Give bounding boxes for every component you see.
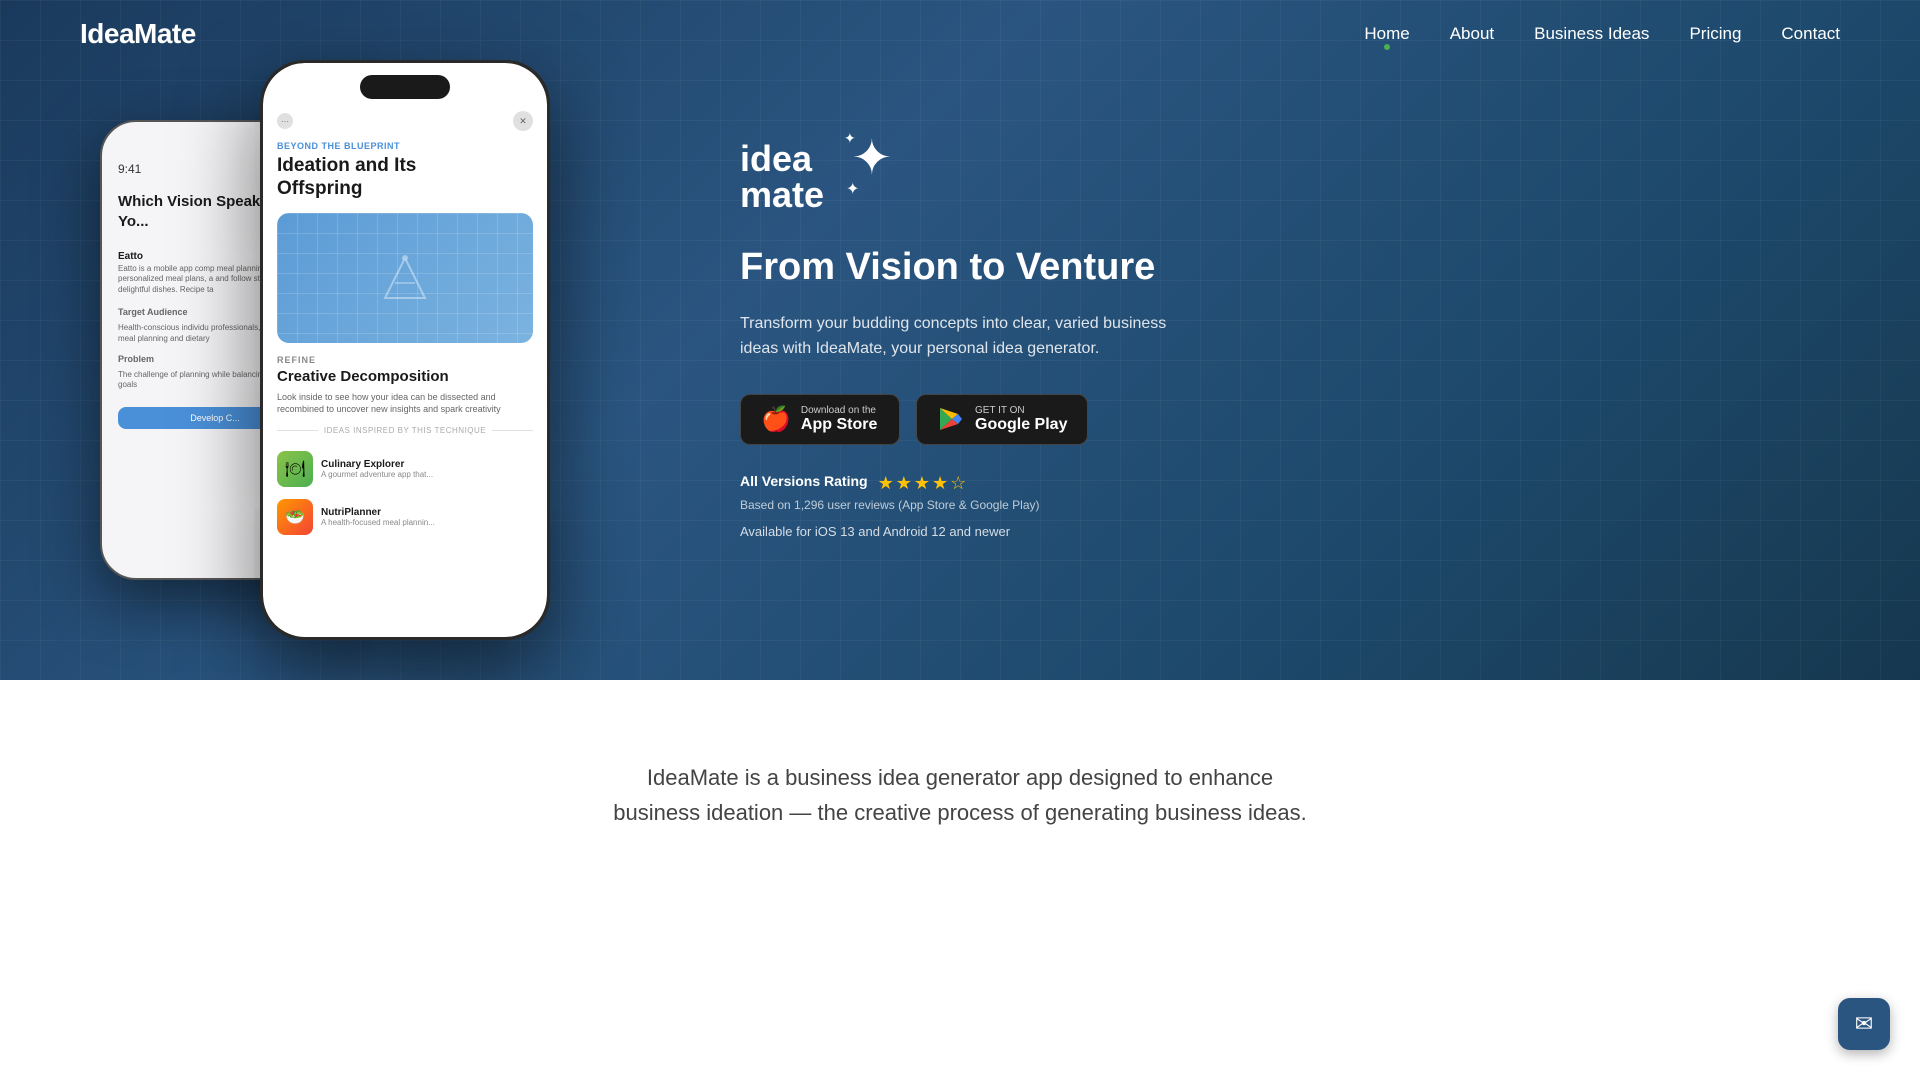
hero-right-content: idea mate ✦ ✦ ✦ From Vision to Venture T… xyxy=(660,141,1840,539)
nav-logo[interactable]: IdeaMate xyxy=(80,18,196,50)
nav-link-contact[interactable]: Contact xyxy=(1781,24,1840,44)
nav-link-home[interactable]: Home xyxy=(1364,24,1409,44)
bottom-text: IdeaMate is a business idea generator ap… xyxy=(610,760,1310,830)
store-buttons: 🍎 Download on the App Store xyxy=(740,394,1840,445)
phone-action-dots: ··· xyxy=(277,113,293,129)
idea-thumb-2: 🥗 xyxy=(277,499,313,535)
section-title: Creative Decomposition xyxy=(263,368,547,385)
rating-sub: Based on 1,296 user reviews (App Store &… xyxy=(740,498,1840,512)
brand-wordmark: idea mate xyxy=(740,141,824,213)
bottom-section: IdeaMate is a business idea generator ap… xyxy=(0,680,1920,910)
nav-link-about[interactable]: About xyxy=(1450,24,1494,44)
google-play-button[interactable]: GET IT ON Google Play xyxy=(916,394,1088,445)
google-play-icon xyxy=(937,405,965,433)
app-store-main: App Store xyxy=(801,416,877,434)
dots-icon[interactable]: ··· xyxy=(277,113,293,129)
idea-item-2[interactable]: 🥗 NutriPlanner A health-focused meal pla… xyxy=(263,493,547,541)
brand-logo-area: idea mate ✦ ✦ ✦ xyxy=(740,141,1840,213)
hero-content: 9:41 Which Vision Speaks to Yo... Eatto … xyxy=(0,60,1920,620)
star-small-top: ✦ xyxy=(844,131,856,145)
article-image xyxy=(277,213,533,343)
availability-text: Available for iOS 13 and Android 12 and … xyxy=(740,524,1840,539)
navigation: IdeaMate Home About Business Ideas Prici… xyxy=(0,0,1920,68)
star-large: ✦ xyxy=(852,135,892,183)
email-fab-button[interactable]: ✉ xyxy=(1838,998,1890,1050)
google-play-sub: GET IT ON xyxy=(975,405,1067,416)
section-desc: Look inside to see how your idea can be … xyxy=(263,391,547,416)
hero-section: 9:41 Which Vision Speaks to Yo... Eatto … xyxy=(0,0,1920,680)
article-title: Ideation and Its Offspring xyxy=(263,155,547,201)
star-1: ★ xyxy=(878,473,894,494)
ideas-divider: IDEAS INSPIRED BY THIS TECHNIQUE xyxy=(263,426,547,435)
blueprint-icon xyxy=(375,248,435,308)
star-3: ★ xyxy=(914,473,930,494)
hero-tagline: From Vision to Venture xyxy=(740,245,1840,291)
nav-links: Home About Business Ideas Pricing Contac… xyxy=(1364,24,1840,44)
phone-front-screen: ··· ✕ BEYOND THE BLUEPRINT Ideation and … xyxy=(263,63,547,637)
app-store-button[interactable]: 🍎 Download on the App Store xyxy=(740,394,900,445)
apple-icon: 🍎 xyxy=(761,405,791,434)
idea-item-1[interactable]: 🍽 Culinary Explorer A gourmet adventure … xyxy=(263,445,547,493)
app-store-sub: Download on the xyxy=(801,405,877,416)
phones-container: 9:41 Which Vision Speaks to Yo... Eatto … xyxy=(80,60,660,620)
phone-front: ··· ✕ BEYOND THE BLUEPRINT Ideation and … xyxy=(260,60,550,640)
idea-thumb-1: 🍽 xyxy=(277,451,313,487)
google-play-main: Google Play xyxy=(975,416,1067,434)
star-rating: ★ ★ ★ ★ ☆ xyxy=(878,473,967,494)
nav-link-pricing[interactable]: Pricing xyxy=(1689,24,1741,44)
star-half: ☆ xyxy=(950,473,966,494)
email-icon: ✉ xyxy=(1855,1011,1873,1037)
hero-description: Transform your budding concepts into cle… xyxy=(740,311,1200,362)
brand-star-decoration: ✦ ✦ ✦ xyxy=(834,143,886,211)
star-small-bottom: ✦ xyxy=(846,179,859,199)
close-button[interactable]: ✕ xyxy=(513,111,533,131)
star-2: ★ xyxy=(896,473,912,494)
refine-label: REFINE xyxy=(263,355,547,365)
nav-link-business-ideas[interactable]: Business Ideas xyxy=(1534,24,1649,44)
rating-label: All Versions Rating xyxy=(740,473,868,489)
phone-notch xyxy=(360,75,450,99)
rating-section: All Versions Rating ★ ★ ★ ★ ☆ Based on 1… xyxy=(740,473,1840,512)
star-4: ★ xyxy=(932,473,948,494)
article-tag: BEYOND THE BLUEPRINT xyxy=(263,141,547,151)
